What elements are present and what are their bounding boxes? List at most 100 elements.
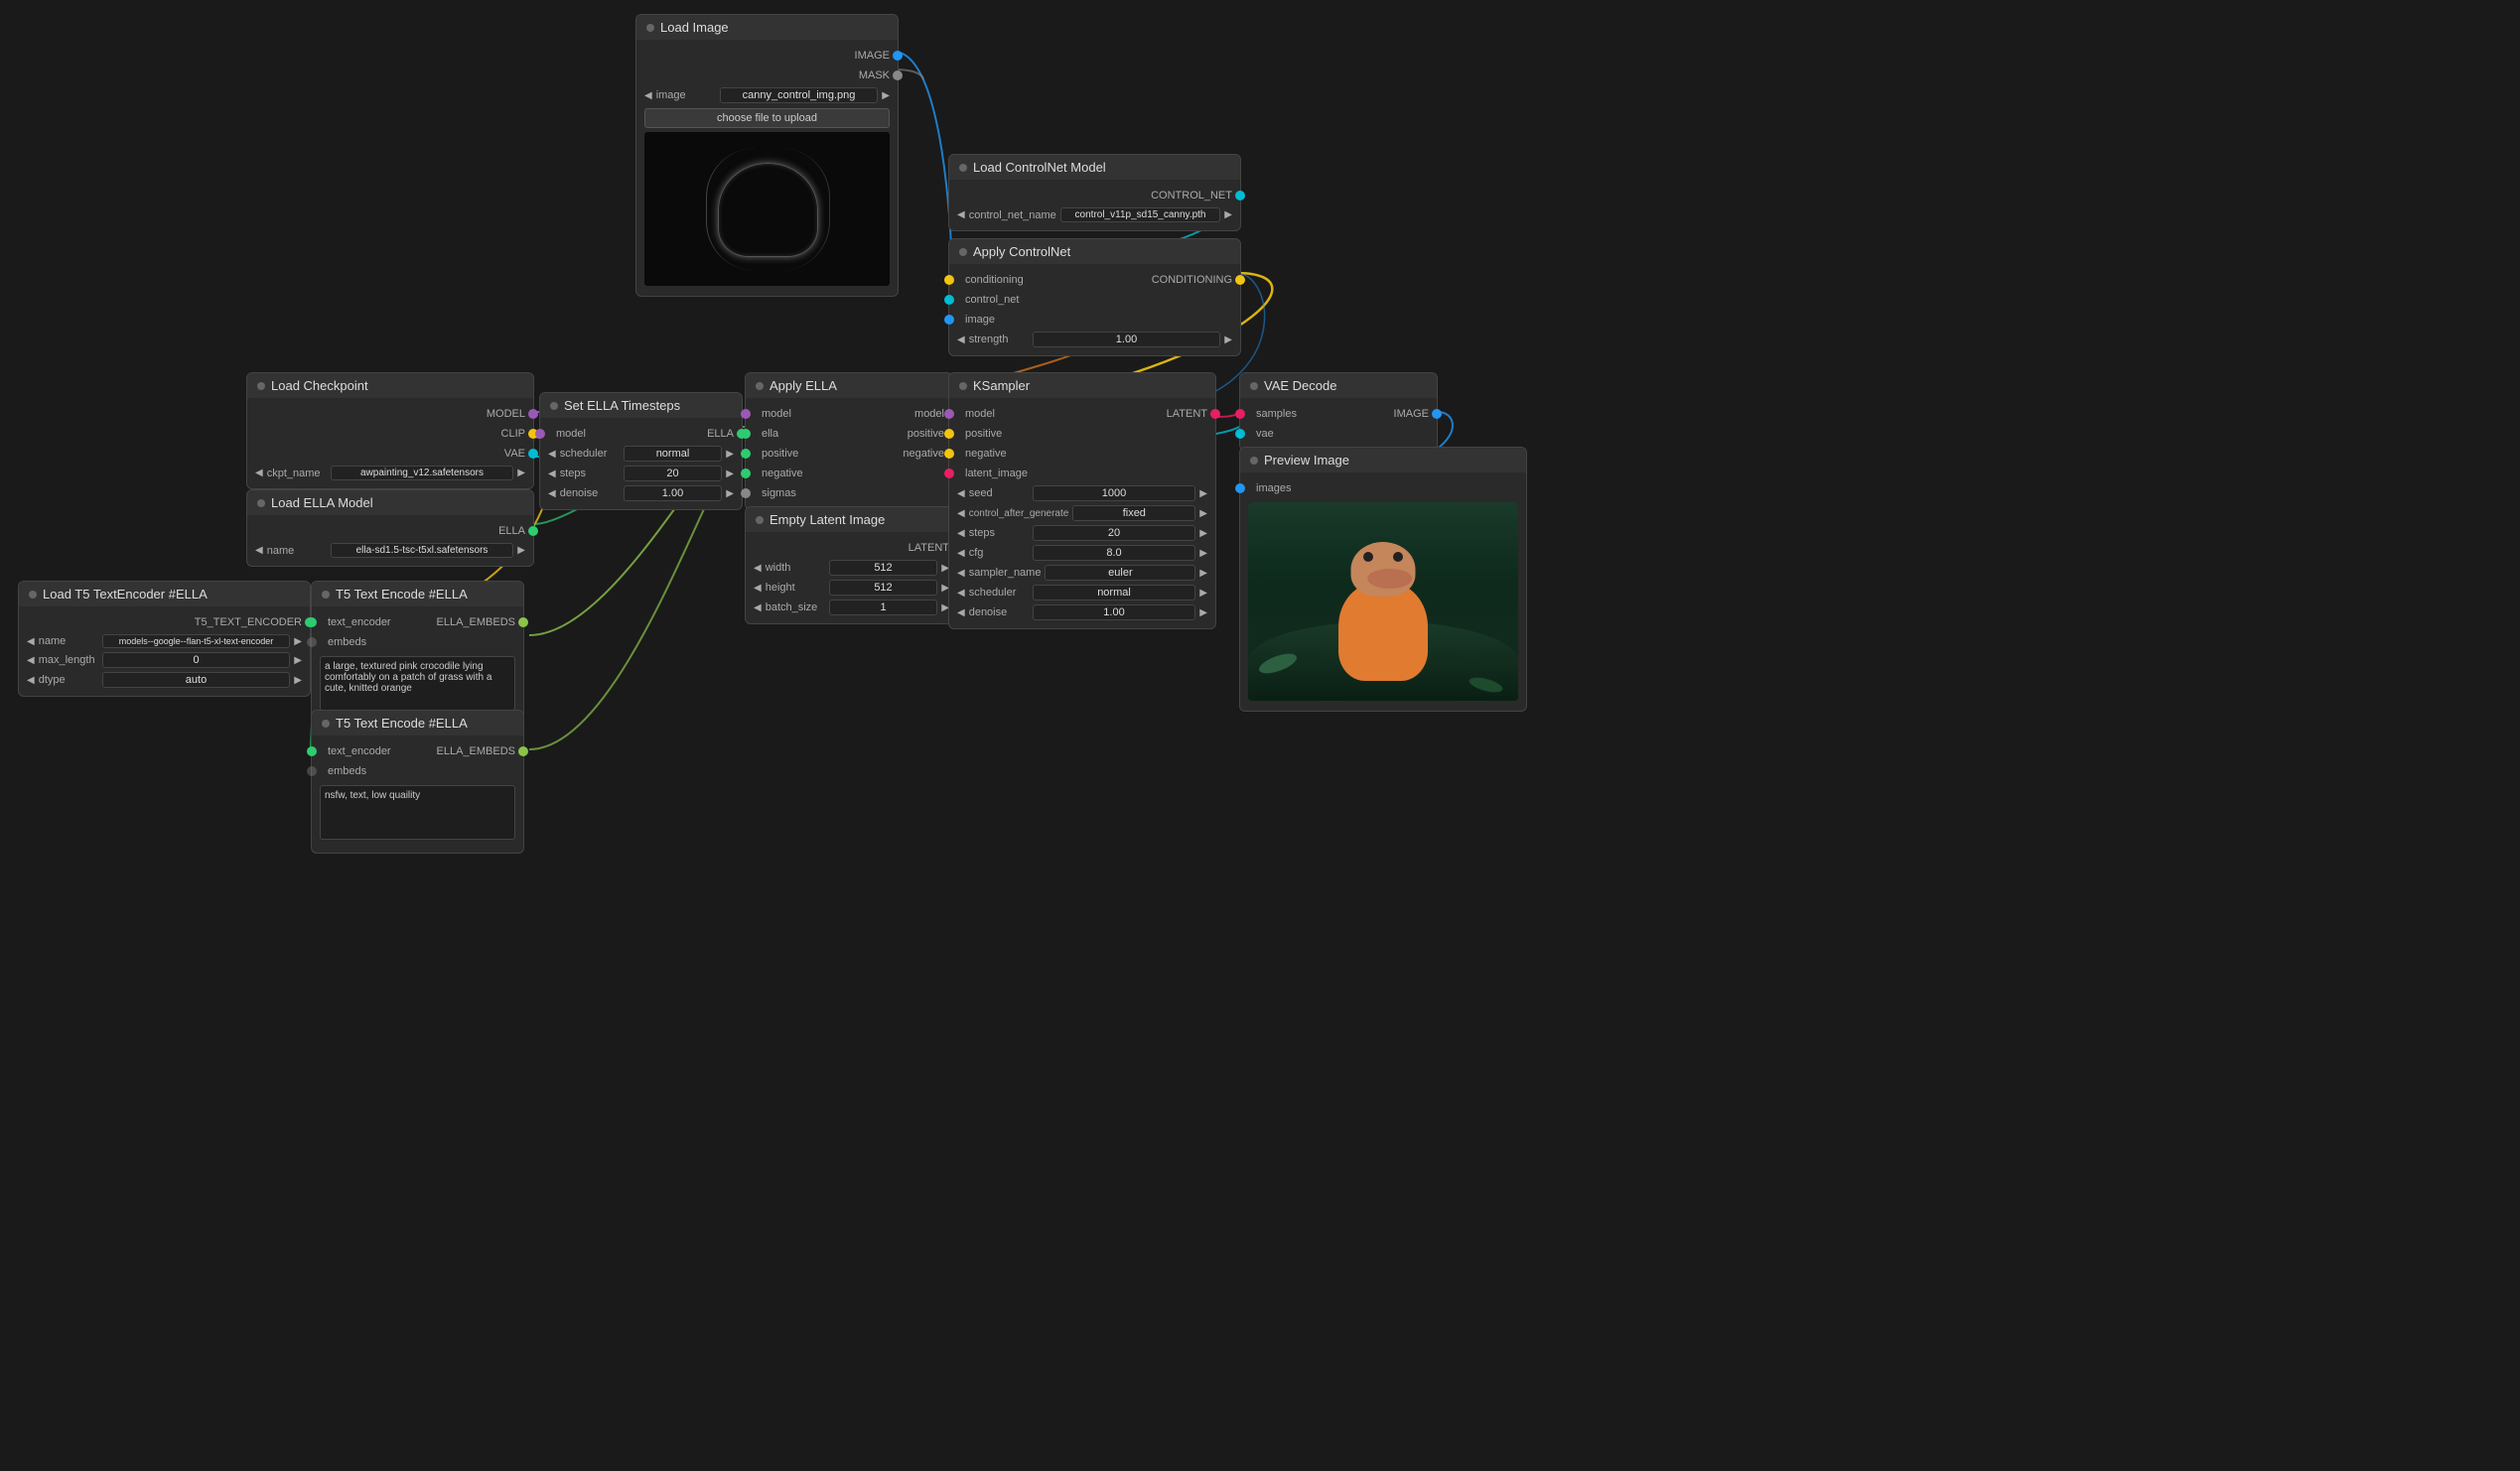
node-dot	[322, 720, 330, 728]
field-arrow-left[interactable]: ◀	[644, 90, 652, 101]
port-latent-in: latent_image	[949, 464, 1215, 483]
field-value-sampler[interactable]: euler	[1045, 565, 1195, 581]
field-value-batch[interactable]: 1	[829, 600, 938, 615]
field-label-maxlength: max_length	[39, 654, 98, 666]
field-arrow-right[interactable]: ▶	[726, 488, 734, 499]
field-arrow-left[interactable]: ◀	[957, 209, 965, 220]
field-arrow-left[interactable]: ◀	[548, 449, 556, 460]
controlnet-name-field[interactable]: ◀ control_net_name control_v11p_sd15_can…	[949, 205, 1240, 224]
field-arrow-right[interactable]: ▶	[1199, 548, 1207, 559]
scheduler-field[interactable]: ◀ scheduler normal ▶	[949, 583, 1215, 602]
field-arrow-left[interactable]: ◀	[957, 334, 965, 345]
set-ella-title: Set ELLA Timesteps	[564, 398, 680, 413]
field-arrow-right[interactable]: ▶	[1224, 334, 1232, 345]
field-arrow-left[interactable]: ◀	[754, 602, 762, 613]
field-arrow-left[interactable]: ◀	[27, 655, 35, 666]
load-controlnet-body: CONTROL_NET ◀ control_net_name control_v…	[949, 180, 1240, 230]
field-arrow-right[interactable]: ▶	[1199, 568, 1207, 579]
field-arrow-left[interactable]: ◀	[255, 545, 263, 556]
field-value-t5name[interactable]: models--google--flan-t5-xl-text-encoder	[102, 634, 291, 648]
port-model-label: MODEL	[487, 408, 525, 420]
cfg-field[interactable]: ◀ cfg 8.0 ▶	[949, 543, 1215, 563]
t5-name-field[interactable]: ◀ name models--google--flan-t5-xl-text-e…	[19, 632, 310, 650]
image-field[interactable]: ◀ image canny_control_img.png ▶	[636, 85, 898, 105]
field-value-seed[interactable]: 1000	[1033, 485, 1196, 501]
t5-encode-pos-title: T5 Text Encode #ELLA	[336, 587, 468, 602]
batch-size-field[interactable]: ◀ batch_size 1 ▶	[746, 598, 957, 617]
seed-field[interactable]: ◀ seed 1000 ▶	[949, 483, 1215, 503]
upload-button[interactable]: choose file to upload	[644, 108, 890, 128]
ella-name-field[interactable]: ◀ name ella-sd1.5-tsc-t5xl.safetensors ▶	[247, 541, 533, 560]
field-value-dtype[interactable]: auto	[102, 672, 291, 688]
field-value-scheduler[interactable]: normal	[624, 446, 723, 462]
field-value-ckpt[interactable]: awpainting_v12.safetensors	[331, 466, 514, 480]
denoise-field[interactable]: ◀ denoise 1.00 ▶	[540, 483, 742, 503]
port-ella-out-label: ELLA	[498, 525, 525, 537]
field-arrow-right[interactable]: ▶	[882, 90, 890, 101]
field-arrow-right[interactable]: ▶	[726, 468, 734, 479]
sampler-field[interactable]: ◀ sampler_name euler ▶	[949, 563, 1215, 583]
field-arrow-right[interactable]: ▶	[1224, 209, 1232, 220]
field-arrow-right[interactable]: ▶	[517, 468, 525, 478]
port-text-encoder-label: text_encoder	[328, 745, 391, 757]
field-value-maxlength[interactable]: 0	[102, 652, 291, 668]
width-field[interactable]: ◀ width 512 ▶	[746, 558, 957, 578]
field-arrow-right[interactable]: ▶	[294, 636, 302, 647]
port-model-in-label: model	[762, 408, 791, 420]
field-arrow-right[interactable]: ▶	[1199, 607, 1207, 618]
steps-field[interactable]: ◀ steps 20 ▶	[949, 523, 1215, 543]
port-negative-in-label: negative	[965, 448, 1007, 460]
field-value-cfg[interactable]: 8.0	[1033, 545, 1196, 561]
field-arrow-right[interactable]: ▶	[1199, 588, 1207, 599]
field-arrow-right[interactable]: ▶	[294, 675, 302, 686]
field-arrow-left[interactable]: ◀	[957, 508, 965, 519]
denoise-field[interactable]: ◀ denoise 1.00 ▶	[949, 602, 1215, 622]
ckpt-name-field[interactable]: ◀ ckpt_name awpainting_v12.safetensors ▶	[247, 464, 533, 482]
dtype-field[interactable]: ◀ dtype auto ▶	[19, 670, 310, 690]
steps-field[interactable]: ◀ steps 20 ▶	[540, 464, 742, 483]
field-value-steps[interactable]: 20	[624, 466, 723, 481]
field-arrow-left[interactable]: ◀	[957, 488, 965, 499]
field-arrow-left[interactable]: ◀	[27, 675, 35, 686]
field-arrow-right[interactable]: ▶	[1199, 508, 1207, 519]
negative-prompt-textarea[interactable]: nsfw, text, low quaility	[320, 785, 515, 840]
control-after-field[interactable]: ◀ control_after_generate fixed ▶	[949, 503, 1215, 523]
field-arrow-right[interactable]: ▶	[294, 655, 302, 666]
height-field[interactable]: ◀ height 512 ▶	[746, 578, 957, 598]
field-value-controlnet[interactable]: control_v11p_sd15_canny.pth	[1060, 207, 1221, 222]
field-arrow-right[interactable]: ▶	[1199, 488, 1207, 499]
field-arrow-left[interactable]: ◀	[957, 588, 965, 599]
field-arrow-left[interactable]: ◀	[548, 488, 556, 499]
field-arrow-left[interactable]: ◀	[957, 528, 965, 539]
field-arrow-left[interactable]: ◀	[957, 568, 965, 579]
field-arrow-left[interactable]: ◀	[957, 607, 965, 618]
scheduler-field[interactable]: ◀ scheduler normal ▶	[540, 444, 742, 464]
field-value-sched[interactable]: normal	[1033, 585, 1196, 601]
field-value-denoise[interactable]: 1.00	[624, 485, 723, 501]
field-value-image[interactable]: canny_control_img.png	[720, 87, 879, 103]
field-value-control-after[interactable]: fixed	[1072, 505, 1195, 521]
model-out-connector	[528, 409, 538, 419]
latent-in-connector	[944, 468, 954, 478]
field-arrow-left[interactable]: ◀	[754, 563, 762, 574]
field-arrow-right[interactable]: ▶	[1199, 528, 1207, 539]
field-arrow-left[interactable]: ◀	[957, 548, 965, 559]
field-arrow-left[interactable]: ◀	[754, 583, 762, 594]
field-arrow-left[interactable]: ◀	[27, 636, 35, 647]
field-value-strength[interactable]: 1.00	[1033, 332, 1221, 347]
port-image-label: IMAGE	[855, 50, 890, 62]
positive-prompt-textarea[interactable]: a large, textured pink crocodile lying c…	[320, 656, 515, 711]
field-value-steps[interactable]: 20	[1033, 525, 1196, 541]
max-length-field[interactable]: ◀ max_length 0 ▶	[19, 650, 310, 670]
image-in-connector	[944, 315, 954, 325]
node-dot	[959, 248, 967, 256]
field-value-name[interactable]: ella-sd1.5-tsc-t5xl.safetensors	[331, 543, 514, 558]
field-arrow-left[interactable]: ◀	[255, 468, 263, 478]
field-value-denoise[interactable]: 1.00	[1033, 604, 1196, 620]
strength-field[interactable]: ◀ strength 1.00 ▶	[949, 330, 1240, 349]
field-value-width[interactable]: 512	[829, 560, 938, 576]
field-arrow-left[interactable]: ◀	[548, 468, 556, 479]
field-value-height[interactable]: 512	[829, 580, 938, 596]
field-arrow-right[interactable]: ▶	[726, 449, 734, 460]
field-arrow-right[interactable]: ▶	[517, 545, 525, 556]
